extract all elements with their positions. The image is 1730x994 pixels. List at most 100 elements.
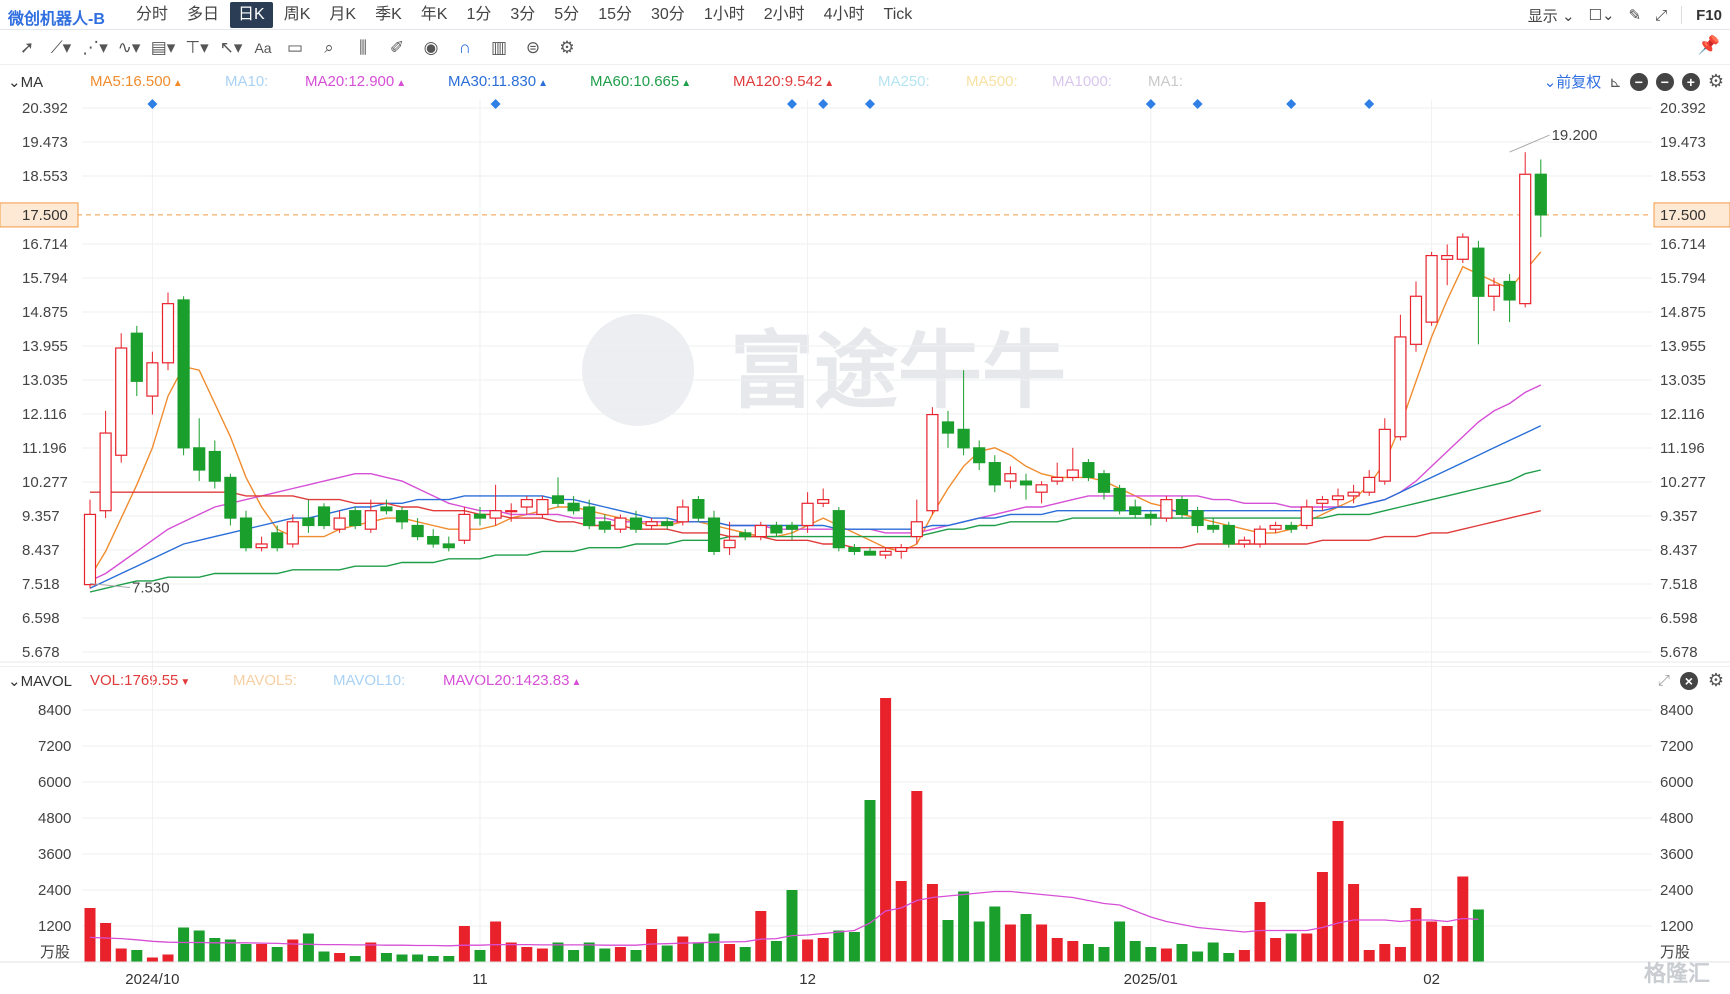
- candle-body: [255, 543, 268, 549]
- candle: [255, 536, 268, 552]
- volume-bar: [614, 947, 626, 962]
- x-axis-label: 11: [472, 971, 488, 988]
- candle: [676, 499, 689, 526]
- candle-body: [489, 510, 502, 519]
- watermark-logo-icon: [582, 314, 694, 426]
- volume-bar: [193, 930, 205, 962]
- volume-bar: [1379, 944, 1391, 962]
- candle-body: [661, 521, 674, 527]
- candle-body: [1082, 462, 1095, 479]
- candle-body: [302, 517, 315, 527]
- candle-body: [1253, 528, 1267, 545]
- kline-chart[interactable]: 富途牛牛 20.392 20.392 19.473 19.473 18.553 18.553…: [0, 0, 1730, 994]
- candle-body: [380, 506, 393, 512]
- volume-bar: [271, 947, 283, 962]
- candle: [1191, 506, 1204, 533]
- volume-bar: [1270, 938, 1282, 962]
- price-tick-left: 16.714: [22, 236, 68, 253]
- volume-bar: [84, 908, 96, 962]
- vol-tick-left: 8400: [38, 702, 71, 719]
- candle-body: [1051, 476, 1064, 482]
- candle-body: [1269, 524, 1282, 530]
- candle: [973, 440, 986, 471]
- candle: [1051, 462, 1064, 485]
- volume-bar: [1301, 933, 1313, 962]
- volume-bar: [536, 948, 548, 962]
- candle: [1441, 244, 1454, 286]
- volume-bar: [1285, 933, 1297, 962]
- volume-bar: [490, 921, 502, 962]
- volume-bar: [989, 906, 1001, 962]
- candle: [333, 510, 346, 533]
- volume-bar: [864, 800, 876, 962]
- volume-bar: [162, 954, 174, 962]
- volume-bar: [100, 923, 112, 962]
- candle: [177, 296, 190, 456]
- vol-tick-left: 3600: [38, 846, 71, 863]
- candle: [130, 325, 143, 397]
- candle-body: [130, 332, 143, 382]
- candle: [598, 514, 611, 533]
- candle-body: [645, 521, 658, 527]
- candle-body: [879, 550, 892, 556]
- volume-bar: [458, 926, 470, 962]
- price-tick-right: 11.196: [1660, 440, 1705, 457]
- price-tick-left: 5.678: [22, 644, 60, 661]
- candle-body: [910, 521, 923, 538]
- candle: [661, 518, 674, 530]
- price-tick-right: 13.955: [1660, 338, 1706, 355]
- candle: [1082, 458, 1095, 482]
- volume-bar: [1472, 909, 1484, 962]
- price-tick-right: 19.473: [1660, 134, 1706, 151]
- price-tick-left: 11.196: [22, 440, 67, 457]
- vol-tick-right: 3600: [1660, 846, 1693, 863]
- vol-tick-left: 1200: [38, 918, 71, 935]
- candle-body: [239, 517, 253, 549]
- annotation-label: 7.530: [132, 580, 170, 597]
- price-tick-left: 12.116: [22, 406, 67, 423]
- last-price-label-right: 17.500: [1660, 207, 1706, 224]
- candle: [1066, 447, 1079, 482]
- candle-body: [1238, 539, 1251, 545]
- price-tick-left: 7.518: [22, 576, 60, 593]
- candle: [458, 506, 471, 544]
- volume-bar: [443, 956, 455, 962]
- candle-body: [957, 428, 970, 449]
- candle-body: [333, 517, 346, 530]
- volume-bar: [926, 884, 938, 962]
- price-tick-left: 9.357: [22, 508, 60, 525]
- volume-bar: [973, 921, 985, 962]
- candle-body: [1363, 476, 1376, 493]
- vol-tick-right: 8400: [1660, 702, 1693, 719]
- volume-bar: [1363, 950, 1375, 962]
- candle-body: [1441, 254, 1454, 260]
- candle-body: [115, 347, 128, 456]
- volume-bar: [599, 948, 611, 962]
- candle-body: [1394, 336, 1407, 438]
- x-axis-label: 2025/01: [1124, 971, 1178, 988]
- candle-body: [1456, 236, 1469, 260]
- candle-body: [1487, 284, 1501, 297]
- candle-body: [1113, 487, 1126, 512]
- volume-bar: [178, 927, 190, 962]
- candle: [707, 510, 721, 556]
- candle-body: [1300, 506, 1313, 527]
- candle-body: [146, 362, 159, 397]
- mavol20-line: [89, 890, 1479, 947]
- price-tick-left: 6.598: [22, 610, 60, 627]
- candle: [224, 473, 237, 526]
- candle: [317, 503, 331, 530]
- candle: [1378, 418, 1391, 485]
- volume-bar: [755, 911, 767, 962]
- candle-body: [1472, 247, 1485, 297]
- candle-body: [442, 543, 455, 549]
- volume-bar: [1176, 944, 1188, 962]
- volume-bar: [630, 950, 642, 962]
- candle-body: [177, 299, 190, 449]
- volume-bar: [1145, 947, 1157, 962]
- candle: [442, 536, 455, 552]
- candle: [1472, 240, 1485, 345]
- candle-body: [1331, 495, 1345, 501]
- candle: [1269, 521, 1282, 533]
- candle: [1347, 484, 1360, 504]
